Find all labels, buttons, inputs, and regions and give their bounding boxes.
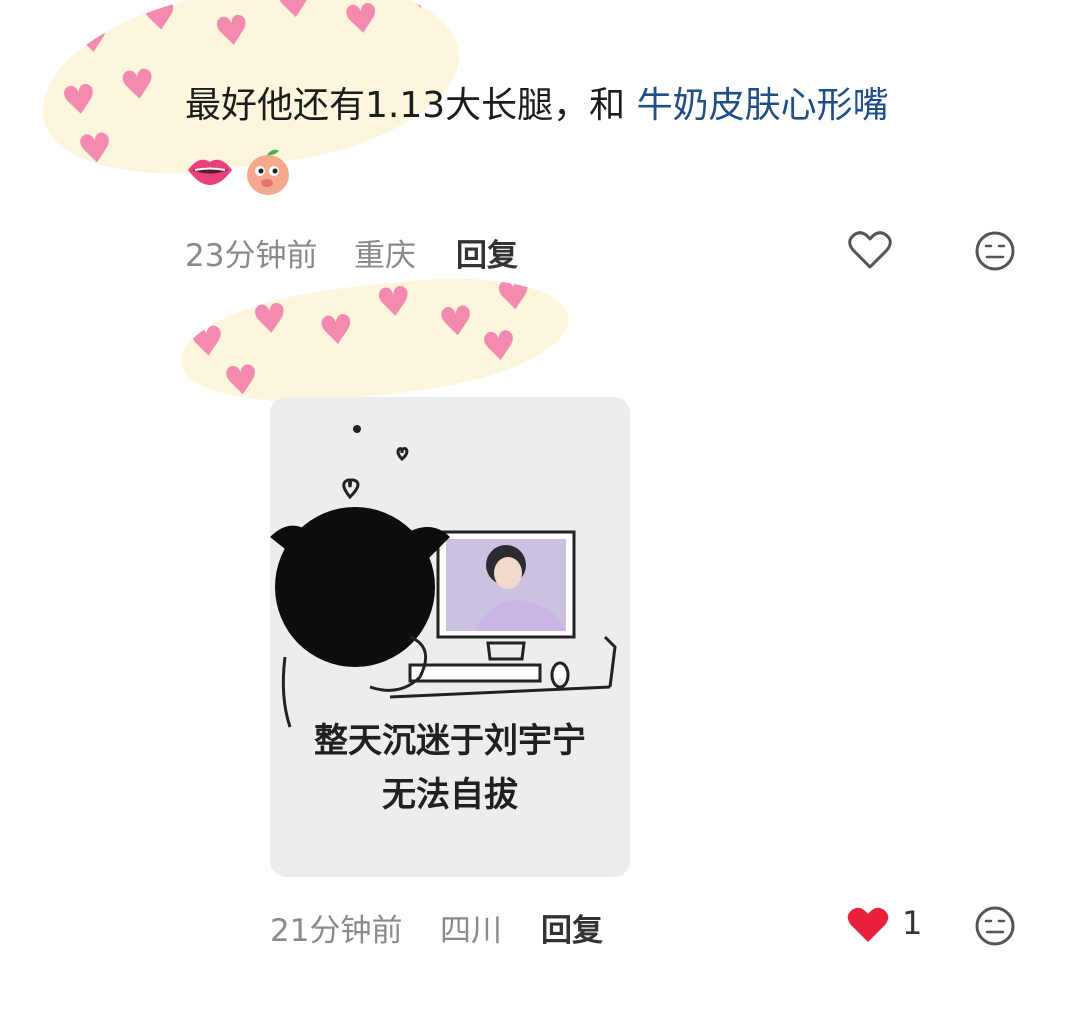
- meme-caption-line-2: 无法自拔: [382, 775, 518, 815]
- hearts-sticker-overlay-2: ♥ ♥ ♥ ♥ ♥ ♥ ♥ ♥: [175, 264, 575, 416]
- comment-1-emojis: [185, 145, 293, 197]
- peach-emoji-icon: [247, 149, 289, 195]
- heart-outline-icon[interactable]: [848, 230, 892, 270]
- comment-2-time: 21分钟前: [270, 913, 403, 949]
- comment-1-location: 重庆: [354, 238, 416, 274]
- comment-1-topic-link[interactable]: 牛奶皮肤心形嘴: [637, 85, 889, 126]
- comment-2-location: 四川: [440, 913, 502, 949]
- meme-caption-line-1: 整天沉迷于刘宇宁: [314, 721, 586, 761]
- comment-1-body: 最好他还有1.13大长腿，和: [185, 85, 637, 126]
- comment-1-time: 23分钟前: [185, 238, 318, 274]
- comment-2-like-count: 1: [902, 904, 923, 942]
- comment-1-text: 最好他还有1.13大长腿，和 牛奶皮肤心形嘴: [185, 82, 889, 130]
- neutral-face-icon[interactable]: [974, 905, 1016, 947]
- neutral-face-icon[interactable]: [974, 230, 1016, 272]
- comment-2-image[interactable]: 整天沉迷于刘宇宁 无法自拔: [270, 397, 630, 877]
- heart-filled-icon[interactable]: [846, 905, 890, 945]
- comment-1-reply-button[interactable]: 回复: [456, 230, 518, 275]
- lips-emoji-icon: [188, 159, 232, 185]
- sticker-hearts-2: ♥ ♥ ♥ ♥ ♥ ♥ ♥ ♥: [187, 271, 535, 406]
- comment-2-reply-button[interactable]: 回复: [541, 905, 603, 950]
